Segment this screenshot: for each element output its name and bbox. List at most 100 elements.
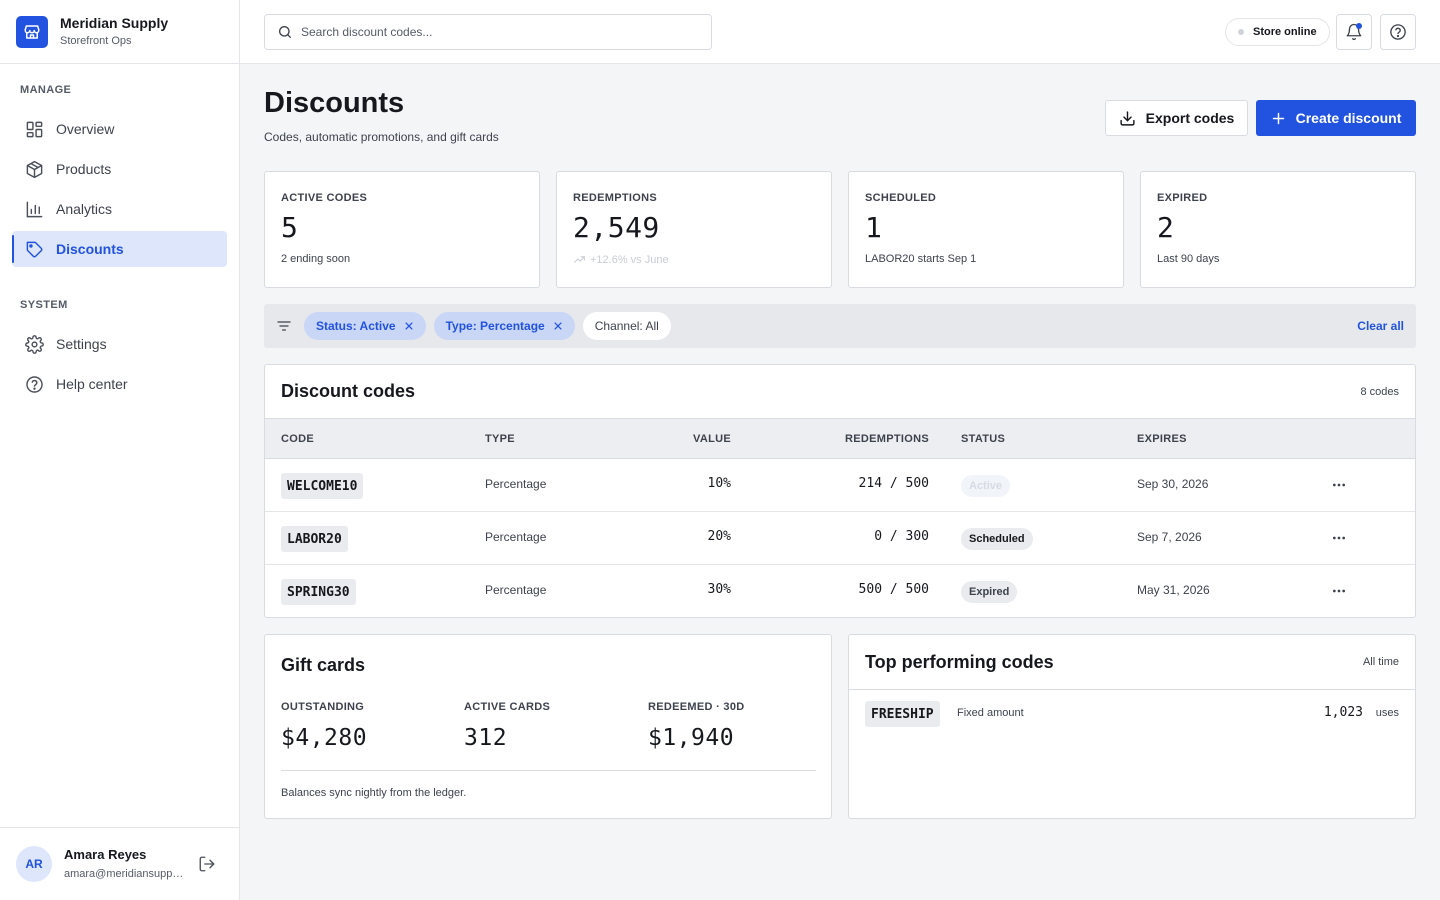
column-header-redemptions[interactable]: REDEMPTIONS bbox=[845, 433, 929, 445]
sidebar-item-label: Overview bbox=[56, 121, 115, 137]
status-badge: Expired bbox=[961, 581, 1018, 603]
list-item[interactable]: FREESHIP Fixed amount 1,023 uses bbox=[849, 690, 1415, 738]
sidebar-item-help-center[interactable]: Help center bbox=[12, 366, 227, 402]
discount-code: FREESHIP bbox=[865, 701, 940, 727]
brand-name: Meridian Supply bbox=[60, 15, 169, 31]
store-status-badge[interactable]: Store online bbox=[1225, 18, 1330, 46]
filter-chip-label: Channel: All bbox=[594, 319, 659, 333]
stat-card-scheduled: SCHEDULED 1 LABOR20 starts Sep 1 bbox=[848, 171, 1124, 288]
filter-chip-type[interactable]: Type: Percentage bbox=[433, 312, 575, 340]
sidebar-item-label: Discounts bbox=[56, 241, 124, 257]
stat-value: 1 bbox=[865, 211, 883, 244]
column-header-value[interactable]: VALUE bbox=[693, 433, 731, 445]
stat-value: 2,549 bbox=[573, 211, 660, 244]
close-icon[interactable] bbox=[553, 321, 563, 331]
nav-section-system: SYSTEM bbox=[20, 299, 68, 311]
stat-value: 2 bbox=[1157, 211, 1175, 244]
trend-up-icon bbox=[573, 253, 586, 266]
column-header-code[interactable]: CODE bbox=[281, 433, 314, 445]
table-row[interactable]: LABOR20 Percentage 20% 0 / 300 Scheduled… bbox=[265, 512, 1415, 565]
download-icon bbox=[1119, 110, 1136, 127]
plus-icon bbox=[1271, 111, 1286, 126]
export-codes-button[interactable]: Export codes bbox=[1105, 100, 1248, 136]
gear-icon bbox=[24, 334, 44, 354]
gift-cards-title: Gift cards bbox=[281, 655, 366, 675]
box-icon bbox=[24, 159, 44, 179]
stat-note: Last 90 days bbox=[1157, 253, 1220, 265]
discount-expires: Sep 7, 2026 bbox=[1137, 530, 1202, 544]
table-row[interactable]: SPRING30 Percentage 30% 500 / 500 Expire… bbox=[265, 565, 1415, 617]
sidebar-item-label: Help center bbox=[56, 376, 128, 392]
table-count: 8 codes bbox=[1360, 385, 1399, 398]
sidebar-item-settings[interactable]: Settings bbox=[12, 326, 227, 362]
page-subtitle: Codes, automatic promotions, and gift ca… bbox=[264, 130, 499, 144]
filter-chip-channel[interactable]: Channel: All bbox=[582, 312, 671, 340]
avatar: AR bbox=[16, 846, 52, 882]
gift-metric-outstanding: OUTSTANDING $4,280 bbox=[281, 701, 367, 751]
logout-icon[interactable] bbox=[198, 855, 216, 878]
clear-all-filters-link[interactable]: Clear all bbox=[1357, 319, 1404, 333]
discount-code: SPRING30 bbox=[281, 579, 356, 605]
user-profile[interactable]: AR Amara Reyes amara@meridiansupply.com bbox=[0, 827, 239, 900]
sidebar-item-label: Settings bbox=[56, 336, 107, 352]
gift-metric-label: ACTIVE CARDS bbox=[464, 701, 551, 713]
user-name: Amara Reyes bbox=[64, 847, 147, 862]
column-header-expires[interactable]: EXPIRES bbox=[1137, 433, 1187, 445]
stat-note: 2 ending soon bbox=[281, 253, 351, 265]
top-codes-panel: Top performing codes All time FREESHIP F… bbox=[848, 634, 1416, 819]
discount-expires: May 31, 2026 bbox=[1137, 583, 1210, 597]
sidebar-item-products[interactable]: Products bbox=[12, 151, 227, 187]
export-codes-label: Export codes bbox=[1145, 110, 1235, 126]
sidebar-item-analytics[interactable]: Analytics bbox=[12, 191, 227, 227]
stat-value: 5 bbox=[281, 211, 299, 244]
more-horizontal-icon[interactable] bbox=[1329, 581, 1349, 601]
discount-expires: Sep 30, 2026 bbox=[1137, 477, 1209, 491]
create-discount-label: Create discount bbox=[1295, 110, 1402, 126]
status-dot bbox=[1238, 29, 1244, 35]
topbar: Store online bbox=[240, 0, 1440, 64]
store-status-label: Store online bbox=[1253, 26, 1317, 38]
notifications-button[interactable] bbox=[1336, 14, 1372, 50]
top-codes-header: Top performing codes All time bbox=[849, 635, 1415, 690]
top-codes-title: Top performing codes bbox=[865, 651, 1054, 672]
help-button[interactable] bbox=[1380, 14, 1416, 50]
divider bbox=[281, 770, 816, 771]
brand-subtitle: Storefront Ops bbox=[60, 35, 132, 47]
discount-value: 30% bbox=[707, 582, 731, 597]
gift-cards-panel: Gift cards OUTSTANDING $4,280 ACTIVE CAR… bbox=[264, 634, 832, 819]
filter-chip-status[interactable]: Status: Active bbox=[304, 312, 426, 340]
brand[interactable]: Meridian Supply Storefront Ops bbox=[0, 0, 239, 64]
more-horizontal-icon[interactable] bbox=[1329, 528, 1349, 548]
stat-card-active-codes: ACTIVE CODES 5 2 ending soon bbox=[264, 171, 540, 288]
help-icon bbox=[1389, 23, 1407, 41]
sidebar-item-discounts[interactable]: Discounts bbox=[12, 231, 227, 267]
column-header-status[interactable]: STATUS bbox=[961, 433, 1005, 445]
grid-icon bbox=[24, 119, 44, 139]
table-row[interactable]: WELCOME10 Percentage 10% 214 / 500 Activ… bbox=[265, 459, 1415, 512]
sidebar-item-label: Analytics bbox=[56, 201, 113, 217]
stat-note: LABOR20 starts Sep 1 bbox=[865, 253, 977, 265]
discount-type: Percentage bbox=[485, 477, 547, 491]
filter-icon[interactable] bbox=[276, 318, 292, 334]
sidebar: Meridian Supply Storefront Ops MANAGE Ov… bbox=[0, 0, 240, 900]
search-input[interactable] bbox=[301, 25, 681, 39]
search-box[interactable] bbox=[264, 14, 712, 50]
more-horizontal-icon[interactable] bbox=[1329, 475, 1349, 495]
filter-chip-label: Status: Active bbox=[316, 319, 396, 333]
create-discount-button[interactable]: Create discount bbox=[1256, 100, 1416, 136]
table-column-headers: CODE TYPE VALUE REDEMPTIONS STATUS EXPIR… bbox=[265, 419, 1415, 459]
search-icon bbox=[277, 24, 293, 40]
column-header-type[interactable]: TYPE bbox=[485, 433, 515, 445]
code-uses-count: 1,023 bbox=[1323, 705, 1363, 720]
discount-codes-table: Discount codes 8 codes CODE TYPE VALUE R… bbox=[264, 364, 1416, 618]
help-icon bbox=[24, 374, 44, 394]
stat-note: +12.6% vs June bbox=[590, 253, 669, 266]
sidebar-item-overview[interactable]: Overview bbox=[12, 111, 227, 147]
stat-label: ACTIVE CODES bbox=[281, 192, 368, 204]
close-icon[interactable] bbox=[404, 321, 414, 331]
bar-chart-icon bbox=[24, 199, 44, 219]
code-uses-label: uses bbox=[1375, 707, 1399, 719]
gift-cards-note: Balances sync nightly from the ledger. bbox=[281, 787, 467, 799]
table-title: Discount codes bbox=[281, 381, 416, 401]
top-codes-range[interactable]: All time bbox=[1363, 656, 1399, 668]
